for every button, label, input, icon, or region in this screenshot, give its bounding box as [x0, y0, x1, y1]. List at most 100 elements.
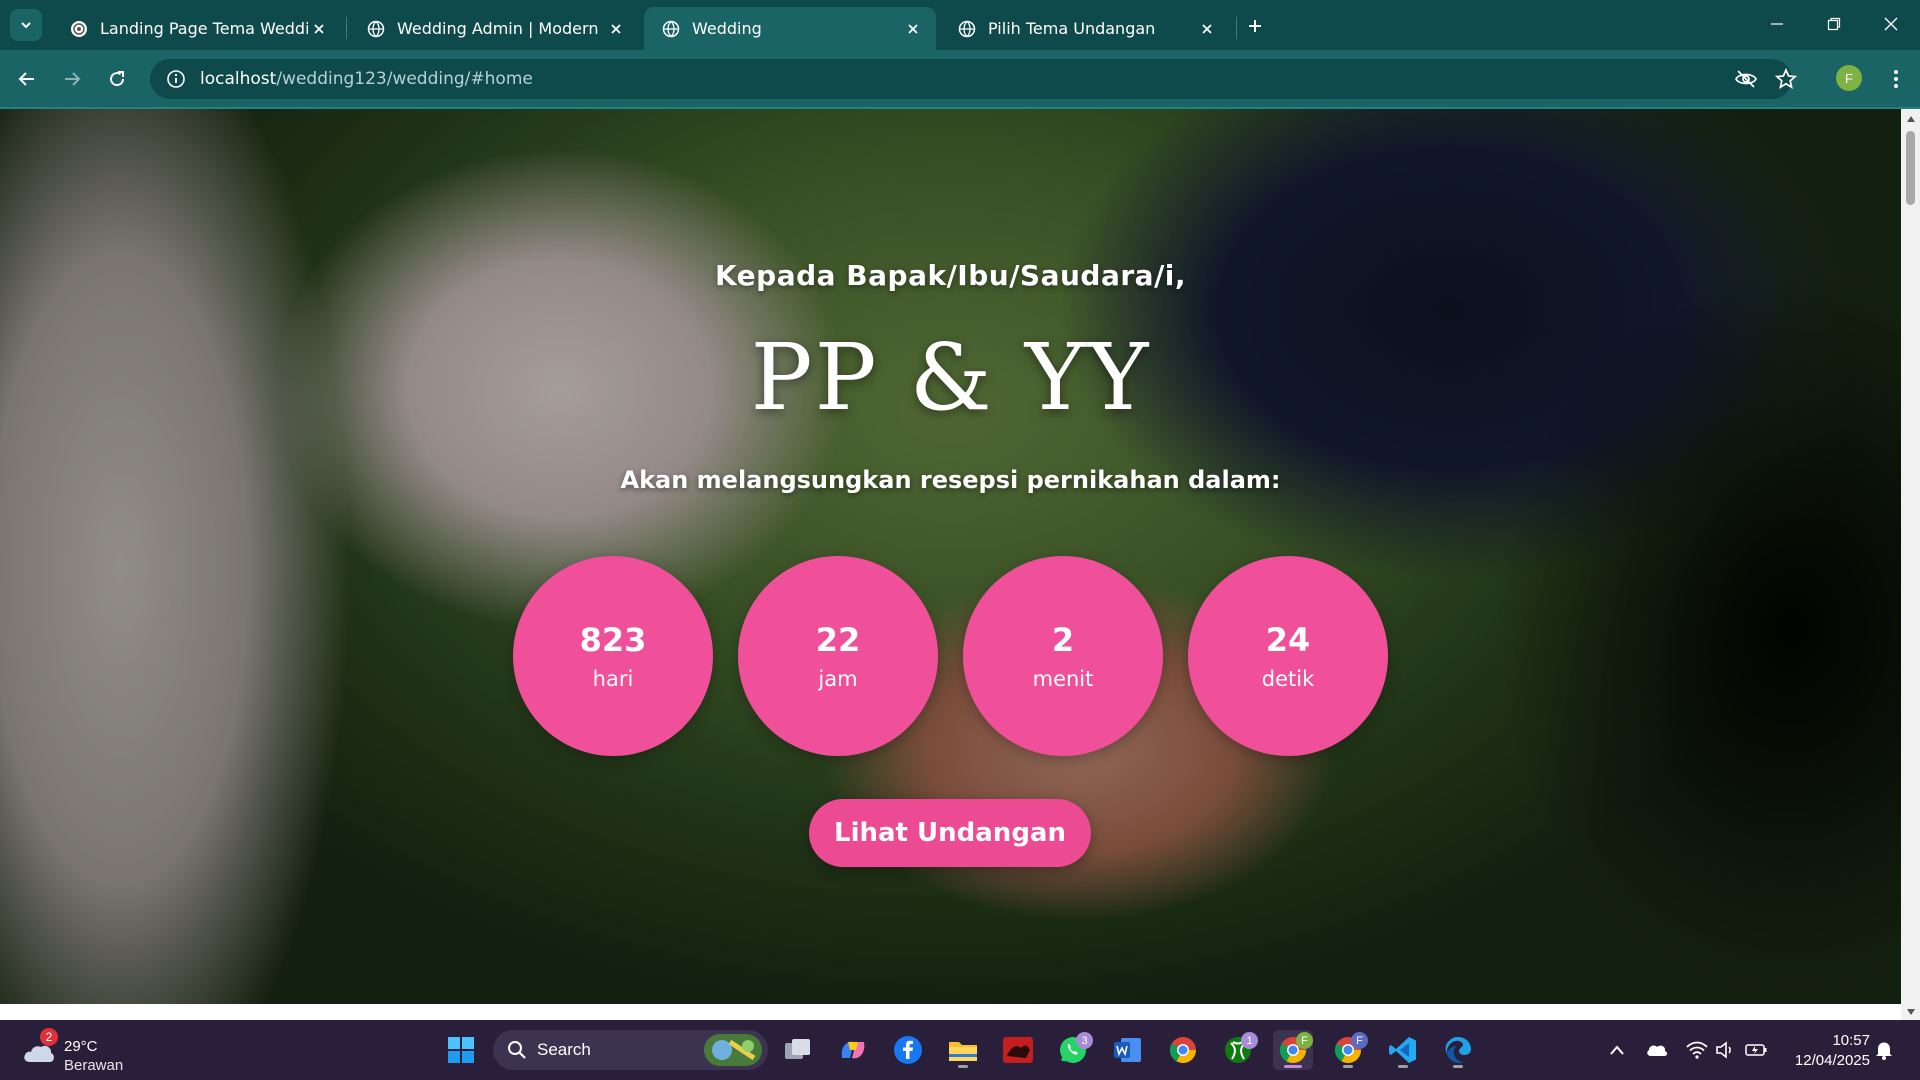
windows-logo-icon — [448, 1037, 474, 1063]
countdown-minutes: 2 menit — [963, 556, 1163, 756]
wifi-icon[interactable] — [1686, 1039, 1708, 1061]
countdown-value: 24 — [1265, 620, 1311, 659]
edge-icon[interactable] — [1438, 1030, 1478, 1070]
countdown-days: 823 hari — [513, 556, 713, 756]
tab-wedding[interactable]: Wedding — [644, 7, 936, 50]
app-red-icon[interactable] — [998, 1030, 1038, 1070]
tab-strip: Landing Page Tema Wedding Wedding Admin … — [0, 0, 1920, 50]
tab-divider — [346, 17, 347, 39]
notification-badge: 3 — [1076, 1032, 1093, 1049]
url-host: localhost — [200, 69, 277, 89]
close-window-button[interactable] — [1871, 8, 1911, 40]
minimize-icon — [1771, 23, 1783, 25]
greeting-text: Kepada Bapak/Ibu/Saudara/i, — [714, 259, 1187, 292]
tab-title: Landing Page Tema Wedding — [100, 19, 308, 38]
countdown-unit: hari — [592, 667, 634, 692]
chrome-icon[interactable] — [1163, 1030, 1203, 1070]
countdown-unit: jam — [818, 667, 858, 692]
running-indicator — [1398, 1065, 1408, 1068]
taskbar-search[interactable]: Search — [493, 1030, 768, 1070]
onedrive-icon[interactable] — [1646, 1039, 1668, 1061]
close-icon — [1884, 17, 1898, 31]
tab-title: Wedding — [692, 19, 762, 38]
eye-off-icon[interactable] — [1730, 63, 1762, 95]
weather-widget[interactable]: 2 29°C Berawan — [18, 1028, 128, 1074]
task-view-icon[interactable] — [778, 1030, 818, 1070]
chevron-up-icon[interactable] — [1606, 1039, 1628, 1061]
plus-icon — [1249, 20, 1261, 32]
page-scrollbar[interactable] — [1901, 109, 1920, 1020]
back-button[interactable] — [11, 63, 43, 95]
search-label: Search — [537, 1040, 591, 1059]
running-indicator — [1343, 1065, 1353, 1068]
globe-icon — [958, 20, 976, 37]
running-indicator — [1453, 1065, 1463, 1068]
scroll-thumb[interactable] — [1906, 131, 1915, 205]
globe-icon — [662, 20, 680, 37]
browser-toolbar: localhost/wedding123/wedding/#home F — [0, 50, 1920, 108]
hero-section: Kepada Bapak/Ibu/Saudara/i, PP & YY Akan… — [0, 109, 1901, 1004]
tab-divider — [1236, 17, 1237, 39]
system-clock[interactable]: 10:57 12/04/2025 — [1780, 1031, 1870, 1071]
battery-icon[interactable] — [1745, 1039, 1767, 1061]
url-text: localhost/wedding123/wedding/#home — [200, 69, 533, 89]
profile-avatar[interactable]: F — [1836, 65, 1862, 91]
notification-bell-icon[interactable] — [1873, 1039, 1895, 1061]
countdown-hours: 22 jam — [738, 556, 938, 756]
reload-icon — [110, 71, 125, 87]
windows-taskbar: 2 29°C Berawan Search 3 1 F F 10:57 12/0… — [0, 1020, 1920, 1080]
tab-search-button[interactable] — [10, 9, 42, 41]
close-tab-icon[interactable] — [902, 18, 924, 40]
close-tab-icon[interactable] — [1196, 18, 1218, 40]
more-vertical-icon — [1894, 70, 1898, 88]
view-invitation-button[interactable]: Lihat Undangan — [809, 799, 1091, 867]
new-tab-button[interactable] — [1240, 11, 1270, 41]
couple-names: PP & YY — [750, 324, 1151, 431]
start-button[interactable] — [441, 1030, 481, 1070]
tab-pilih-tema[interactable]: Pilih Tema Undangan — [940, 7, 1230, 50]
search-icon — [508, 1041, 526, 1059]
bookmark-star-icon[interactable] — [1770, 63, 1802, 95]
arrow-right-icon — [65, 72, 81, 86]
site-favicon-icon — [71, 20, 87, 37]
xbox-icon[interactable]: 1 — [1218, 1030, 1258, 1070]
chrome-profile-icon[interactable]: F — [1273, 1030, 1313, 1070]
tab-wedding-admin[interactable]: Wedding Admin | Modern Dash — [349, 7, 639, 50]
countdown-subtitle: Akan melangsungkan resepsi pernikahan da… — [620, 466, 1281, 494]
chevron-down-icon — [21, 22, 31, 29]
scroll-down-icon[interactable] — [1905, 1006, 1916, 1017]
facebook-icon[interactable] — [888, 1030, 928, 1070]
countdown-unit: menit — [1032, 667, 1094, 692]
volume-icon[interactable] — [1714, 1039, 1736, 1061]
close-tab-icon[interactable] — [308, 18, 330, 40]
copilot-icon[interactable] — [833, 1030, 873, 1070]
scroll-up-icon[interactable] — [1905, 113, 1916, 124]
file-explorer-icon[interactable] — [943, 1030, 983, 1070]
countdown-timer: 823 hari 22 jam 2 menit 24 detik — [513, 556, 1388, 756]
whatsapp-icon[interactable]: 3 — [1053, 1030, 1093, 1070]
word-icon[interactable] — [1108, 1030, 1148, 1070]
tab-title: Wedding Admin | Modern Dash — [397, 19, 605, 38]
minimize-button[interactable] — [1757, 8, 1797, 40]
countdown-unit: detik — [1261, 667, 1315, 692]
clock-time: 10:57 — [1832, 1032, 1870, 1049]
site-info-icon[interactable] — [156, 59, 196, 99]
reload-button[interactable] — [101, 63, 133, 95]
countdown-value: 2 — [1051, 620, 1075, 659]
tab-landing-page[interactable]: Landing Page Tema Wedding — [52, 7, 342, 50]
forward-button[interactable] — [56, 63, 88, 95]
countdown-value: 22 — [815, 620, 861, 659]
vscode-icon[interactable] — [1383, 1030, 1423, 1070]
close-tab-icon[interactable] — [605, 18, 627, 40]
notification-badge: 1 — [1241, 1032, 1258, 1049]
restore-button[interactable] — [1814, 8, 1854, 40]
globe-icon — [367, 20, 385, 37]
countdown-value: 823 — [579, 620, 647, 659]
search-highlight-icon — [704, 1034, 762, 1066]
address-bar[interactable]: localhost/wedding123/wedding/#home — [150, 59, 1797, 99]
browser-menu-button[interactable] — [1880, 63, 1912, 95]
page-viewport: Kepada Bapak/Ibu/Saudara/i, PP & YY Akan… — [0, 109, 1901, 1004]
arrow-left-icon — [18, 72, 34, 86]
running-indicator — [958, 1065, 968, 1068]
chrome-profile-icon[interactable]: F — [1328, 1030, 1368, 1070]
